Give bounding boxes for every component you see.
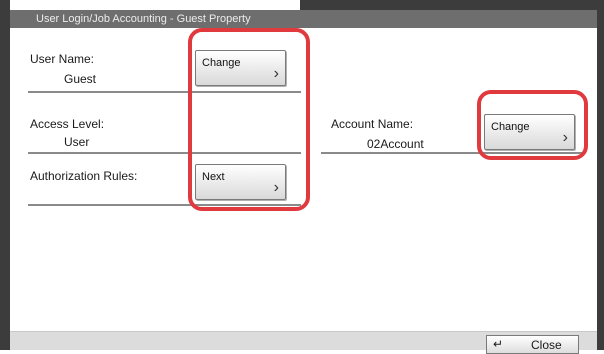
left-border: [0, 0, 10, 350]
enter-icon: ↵: [493, 337, 504, 351]
access-level-value: User: [64, 135, 90, 149]
user-name-change-button-label: Change: [202, 57, 241, 69]
account-name-label: Account Name:: [331, 117, 414, 131]
account-name-change-button-label: Change: [491, 121, 530, 133]
top-strip: [0, 0, 604, 10]
right-border: [597, 0, 604, 350]
access-level-label: Access Level:: [30, 117, 105, 131]
account-name-value: 02Account: [367, 137, 424, 151]
chevron-right-icon: ›: [273, 179, 279, 196]
property-panel: User Login/Job Accounting - Guest Proper…: [10, 10, 597, 354]
user-name-change-button[interactable]: Change ›: [195, 50, 286, 86]
authorization-rules-next-button[interactable]: Next ›: [195, 164, 286, 200]
chevron-right-icon: ›: [562, 129, 568, 146]
close-button[interactable]: ↵ Close: [486, 335, 579, 354]
authorization-rules-next-button-label: Next: [202, 171, 225, 183]
content-area: User Name: Guest Change › Access Level: …: [10, 28, 597, 331]
divider-access-level: [28, 152, 301, 154]
user-name-value: Guest: [64, 72, 97, 86]
divider-authorization-rules: [28, 204, 301, 206]
divider-user-name: [28, 91, 301, 93]
window-title: User Login/Job Accounting - Guest Proper…: [10, 10, 597, 28]
user-name-label: User Name:: [30, 52, 95, 66]
divider-account-name: [321, 152, 585, 154]
chevron-right-icon: ›: [273, 65, 279, 82]
footer-bar: ↵ Close: [10, 331, 597, 354]
authorization-rules-label: Authorization Rules:: [30, 169, 138, 183]
account-name-change-button[interactable]: Change ›: [484, 114, 575, 150]
